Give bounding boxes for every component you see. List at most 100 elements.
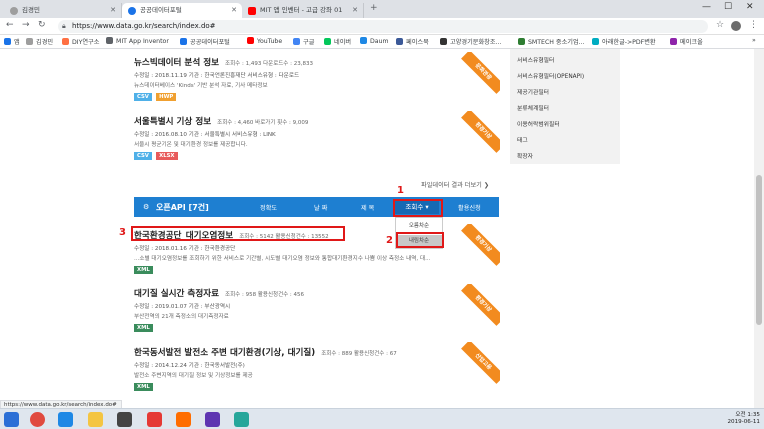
clock-time: 오전 1:35	[735, 412, 760, 418]
item-title[interactable]: 한국동서발전 발전소 주변 대기환경(기상, 대기질) 조회수 : 889 활용신…	[134, 346, 499, 358]
menu-icon[interactable]: ⋮	[749, 20, 758, 30]
item-meta: 수정일 : 2016.08.10 기관 : 서울특별시 서비스유형 : LINK	[134, 132, 276, 138]
list-item[interactable]: 뉴스빅데이터 분석 정보 조회수 : 1,493 다운로드수 : 23,833 수…	[134, 56, 499, 101]
avatar[interactable]	[731, 21, 741, 31]
sidebar-item-tag[interactable]: 태그	[517, 135, 528, 144]
filter-sidebar: 서비스유형필터 서비스유형필터(OPENAPI) 제공기관필터 분류체계필터 이…	[510, 49, 620, 164]
item-meta: 수정일 : 2018.11.19 기관 : 한국언론진흥재단 서비스유형 : 다…	[134, 73, 300, 79]
windows-start-icon[interactable]	[4, 412, 19, 427]
address-bar: ← → ↻ 🔒︎ https://www.data.go.kr/search/i…	[0, 18, 764, 35]
item-title[interactable]: 서울특별시 기상 정보 조회수 : 4,460 바로가기 횟수 : 9,009	[134, 115, 499, 127]
close-window-button[interactable]: ✕	[746, 2, 754, 12]
item-stats: 조회수 : 4,460 바로가기 횟수 : 9,009	[217, 120, 309, 126]
app-icon[interactable]	[234, 412, 249, 427]
bookmark-mit[interactable]: MIT App Inventor	[106, 37, 169, 45]
bookmark-facebook[interactable]: 페이스북	[396, 37, 429, 46]
tab-strip: 김경민 ✕ 공공데이터포털 ✕ MIT 앱 인벤터 - 고급 강좌 01 ✕ +…	[0, 0, 764, 18]
bookmarks-bar: 앱 김경민 DIY연구소 MIT App Inventor 공공데이터포털 Yo…	[0, 35, 764, 49]
sidebar-item-license[interactable]: 이용허락범위필터	[517, 119, 560, 128]
sort-date[interactable]: 날 짜	[314, 203, 327, 212]
item-description: 발전소 주변지역의 대기질 정보 및 기상정보를 제공	[134, 373, 253, 379]
more-bookmarks-icon[interactable]: »	[752, 37, 756, 44]
youtube-icon	[247, 37, 254, 44]
api-section-header: ⚙ 오픈API [7건] 정확도 날 짜 제 목 조회수 ▾ 활용신청	[134, 197, 499, 217]
bookmark-google[interactable]: 구글	[293, 37, 314, 46]
annotation-box-descending	[396, 232, 444, 248]
category-ribbon: 문화관광	[456, 52, 500, 96]
file-more-link[interactable]: 파일데이터 결과 더보기 ❯	[421, 180, 489, 189]
format-badge: XML	[134, 324, 153, 332]
bookmark-goyang[interactable]: 고양경기문화창조...	[440, 37, 501, 46]
bookmark-label: 고양경기문화창조...	[450, 39, 502, 46]
sidebar-item-provider[interactable]: 제공기관필터	[517, 87, 549, 96]
item-meta: 수정일 : 2019.01.07 기관 : 부산광역시	[134, 304, 231, 310]
bookmark-label: YouTube	[257, 38, 283, 45]
format-badge: XML	[134, 383, 153, 391]
close-tab-icon[interactable]: ✕	[110, 3, 116, 18]
maximize-button[interactable]: ☐	[724, 2, 732, 12]
bookmark-daum[interactable]: Daum	[360, 37, 389, 45]
bookmark-label: Daum	[370, 38, 389, 45]
bookmark-label: 페이스북	[406, 39, 429, 46]
system-clock[interactable]: 오전 1:35 2019-06-11	[727, 412, 760, 426]
chrome-icon[interactable]	[30, 412, 45, 427]
sidebar-item-service-type[interactable]: 서비스유형필터	[517, 55, 554, 64]
new-tab-button[interactable]: +	[370, 3, 378, 13]
sort-accuracy[interactable]: 정확도	[260, 203, 277, 212]
reload-icon[interactable]: ↻	[38, 20, 46, 30]
tab-kimkyungmin[interactable]: 김경민 ✕	[4, 3, 122, 18]
bookmark-makeall[interactable]: 메이크올	[670, 37, 703, 46]
edge-icon[interactable]	[58, 412, 73, 427]
folder-icon[interactable]	[88, 412, 103, 427]
item-title[interactable]: 대기질 실시간 측정자료 조회수 : 958 활용신청건수 : 456	[134, 287, 499, 299]
bookmark-label: DIY연구소	[72, 39, 100, 46]
tab-label: MIT 앱 인벤터 - 고급 강좌 01	[260, 6, 343, 14]
daum-icon	[360, 37, 367, 44]
apply-button[interactable]: 활용신청	[458, 203, 481, 212]
sidebar-item-category[interactable]: 분류체계필터	[517, 103, 549, 112]
tab-mit-app-inventor[interactable]: MIT 앱 인벤터 - 고급 강좌 01 ✕	[242, 3, 364, 18]
google-icon	[293, 38, 300, 45]
bookmark-kimkyungmin[interactable]: 김경민	[26, 37, 53, 46]
bookmark-youtube[interactable]: YouTube	[247, 37, 282, 45]
forward-icon[interactable]: →	[22, 20, 30, 30]
back-icon[interactable]: ←	[6, 20, 14, 30]
item-meta: 수정일 : 2018.01.16 기관 : 한국환경공단	[134, 246, 236, 252]
app-icon[interactable]	[205, 412, 220, 427]
format-badge: XML	[134, 266, 153, 274]
list-item[interactable]: 한국동서발전 발전소 주변 대기환경(기상, 대기질) 조회수 : 889 활용신…	[134, 346, 499, 391]
app-icon[interactable]	[117, 412, 132, 427]
category-ribbon: 환경기상	[456, 111, 500, 155]
sidebar-item-extension[interactable]: 확장자	[517, 151, 533, 160]
item-description: 부산전역의 21개 측정소의 대기측정자료	[134, 314, 229, 320]
bookmark-diy[interactable]: DIY연구소	[62, 37, 99, 46]
close-tab-icon[interactable]: ✕	[231, 3, 237, 18]
bookmark-label: 구글	[303, 39, 315, 46]
bookmark-apps[interactable]: 앱	[4, 37, 20, 46]
scrollbar-thumb[interactable]	[756, 175, 762, 325]
app-icon[interactable]	[176, 412, 191, 427]
item-title-text: 대기질 실시간 측정자료	[134, 289, 220, 299]
sidebar-item-service-type-openapi[interactable]: 서비스유형필터(OPENAPI)	[517, 71, 584, 80]
category-ribbon: 환경기상	[456, 284, 500, 328]
bookmark-hwp-pdf[interactable]: 아래한글->PDF변환	[592, 37, 656, 46]
item-title-text: 서울특별시 기상 정보	[134, 117, 212, 127]
list-item[interactable]: 대기질 실시간 측정자료 조회수 : 958 활용신청건수 : 456 수정일 :…	[134, 287, 499, 332]
format-badge: CSV	[134, 152, 152, 160]
bookmark-data-portal[interactable]: 공공데이터포털	[180, 37, 230, 46]
format-badge: XLSX	[156, 152, 178, 160]
tab-data-portal[interactable]: 공공데이터포털 ✕	[122, 3, 242, 18]
bookmark-naver[interactable]: 네이버	[324, 37, 351, 46]
url-input[interactable]: 🔒︎ https://www.data.go.kr/search/index.d…	[58, 20, 708, 33]
close-tab-icon[interactable]: ✕	[352, 3, 358, 18]
ribbon-label: 환경기상	[461, 284, 500, 326]
star-icon[interactable]: ☆	[716, 20, 724, 30]
user-icon	[10, 7, 18, 15]
list-item[interactable]: 서울특별시 기상 정보 조회수 : 4,460 바로가기 횟수 : 9,009 수…	[134, 115, 499, 160]
tab-label: 김경민	[22, 6, 40, 14]
item-title[interactable]: 뉴스빅데이터 분석 정보 조회수 : 1,493 다운로드수 : 23,833	[134, 56, 499, 68]
app-icon[interactable]	[147, 412, 162, 427]
bookmark-smtech[interactable]: SMTECH 중소기업...	[518, 37, 585, 46]
sort-title[interactable]: 제 목	[361, 203, 374, 212]
minimize-button[interactable]: —	[702, 2, 711, 12]
